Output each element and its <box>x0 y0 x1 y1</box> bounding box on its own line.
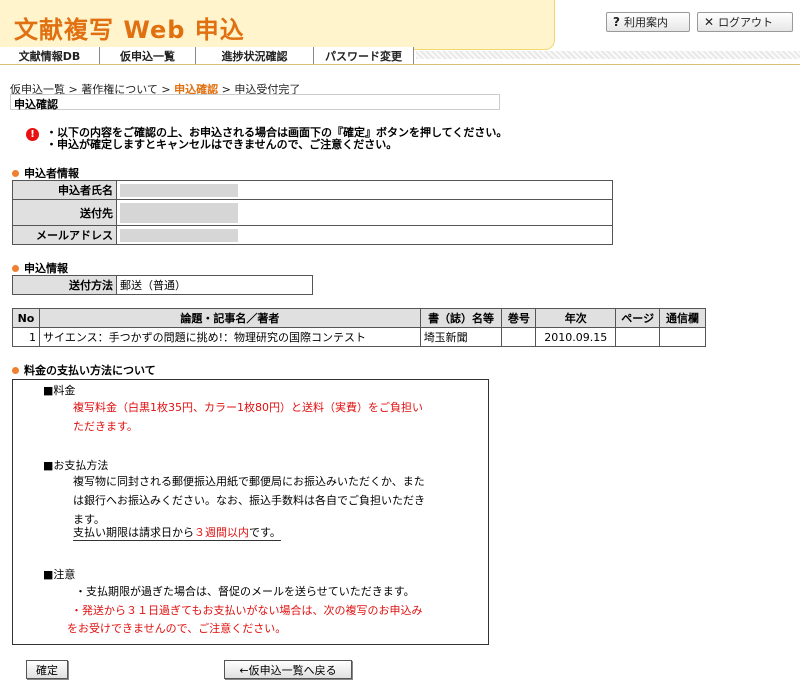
fee-line: ただきます。 <box>73 420 138 433</box>
email-label: メールアドレス <box>12 225 117 245</box>
page-title: 申込確認 <box>10 94 500 111</box>
name-value <box>116 180 613 200</box>
bullet-icon <box>12 264 19 272</box>
app-logo: 文献複写 Web 申込 <box>14 16 245 44</box>
col-header: No <box>12 308 40 328</box>
caution-title: ■注意 <box>43 568 76 581</box>
payment-heading: 料金の支払い方法について <box>12 362 156 378</box>
method-value: 郵送（普通） <box>116 275 313 295</box>
notice-line: ・申込が確定しますとキャンセルはできませんので、ご注意ください。 <box>46 138 398 151</box>
table-row: 1 サイエンス：手つかずの問題に挑め!：物理研究の国際コンテスト 埼玉新聞 20… <box>12 327 706 347</box>
redacted-value <box>120 183 238 197</box>
deadline-em: ３週間以内 <box>194 526 249 539</box>
logout-button[interactable]: ✕ ログアウト <box>697 12 793 32</box>
cell-year: 2010.09.15 <box>535 327 617 347</box>
bullet-icon <box>12 169 19 177</box>
application-table: 送付方法 郵送（普通） <box>12 275 313 295</box>
deadline-text: 支払い期限は請求日から３週間以内です。 <box>73 526 281 541</box>
bullet-icon <box>12 366 19 374</box>
redacted-value <box>120 202 238 223</box>
question-icon: ? <box>613 15 620 29</box>
redacted-value <box>120 228 238 242</box>
nav-tab-password[interactable]: パスワード変更 <box>314 47 414 64</box>
main-nav: 文献情報DB 仮申込一覧 進捗状況確認 パスワード変更 <box>0 47 800 65</box>
col-header: 論題・記事名／著者 <box>38 308 421 328</box>
applicant-table: 申込者氏名 送付先 メールアドレス <box>12 180 613 245</box>
col-header: 巻号 <box>501 308 537 328</box>
cell-volume <box>501 327 537 347</box>
notice-text: ・以下の内容をご確認の上、お申込される場合は画面下の『確定』ボタンを押してくださ… <box>46 127 507 151</box>
items-table: No 論題・記事名／著者 書（誌）名等 巻号 年次 ページ 通信欄 1 サイエン… <box>12 308 706 347</box>
confirm-button[interactable]: 確定 <box>26 660 68 679</box>
cell-title: サイエンス：手つかずの問題に挑め!：物理研究の国際コンテスト <box>38 327 421 347</box>
logout-label: ログアウト <box>718 16 774 29</box>
name-label: 申込者氏名 <box>12 180 117 200</box>
deadline-pre: 支払い期限は請求日から <box>73 526 194 539</box>
cell-journal: 埼玉新聞 <box>419 327 503 347</box>
cell-page <box>615 327 661 347</box>
address-value <box>116 199 613 226</box>
close-icon: ✕ <box>704 15 715 29</box>
payment-heading-label: 料金の支払い方法について <box>24 364 156 377</box>
applicant-heading-label: 申込者情報 <box>24 167 79 180</box>
col-header: 年次 <box>535 308 617 328</box>
col-header: 書（誌）名等 <box>419 308 503 328</box>
nav-tab-progress[interactable]: 進捗状況確認 <box>196 47 314 64</box>
method-title: ■お支払方法 <box>43 459 109 472</box>
caution-line: ・支払期限が過ぎた場合は、督促のメールを送らせていただきます。 <box>75 585 415 598</box>
application-heading: 申込情報 <box>12 260 68 276</box>
application-heading-label: 申込情報 <box>24 262 68 275</box>
method-line: 複写物に同封される郵便振込用紙で郵便局にお振込みいただくか、また <box>73 475 425 488</box>
header-banner: 文献複写 Web 申込 <box>0 0 555 50</box>
method-text: 複写物に同封される郵便振込用紙で郵便局にお振込みいただくか、また は銀行へお振込… <box>73 472 425 529</box>
caution-warning: ・発送から３１日過ぎてもお支払いがない場合は、次の複写のお申込み をお受けできま… <box>67 602 423 638</box>
applicant-heading: 申込者情報 <box>12 165 79 181</box>
cell-note <box>659 327 706 347</box>
warning-icon: ! <box>26 128 39 141</box>
col-header: 通信欄 <box>659 308 706 328</box>
method-line: は銀行へお振込みください。なお、振込手数料は各自でご負担いただき <box>73 494 425 507</box>
email-value <box>116 225 613 245</box>
caution-warning-line: ・発送から３１日過ぎてもお支払いがない場合は、次の複写のお申込み <box>71 604 423 617</box>
back-to-list-button[interactable]: ←仮申込一覧へ戻る <box>224 660 352 679</box>
cell-no: 1 <box>12 327 40 347</box>
fee-text: 複写料金（白黒1枚35円、カラー1枚80円）と送料（実費）をご負担い ただきます… <box>73 398 423 436</box>
nav-tab-database[interactable]: 文献情報DB <box>0 47 100 64</box>
address-label: 送付先 <box>12 199 117 226</box>
method-label: 送付方法 <box>12 275 117 295</box>
help-button[interactable]: ? 利用案内 <box>606 12 690 32</box>
fee-line: 複写料金（白黒1枚35円、カラー1枚80円）と送料（実費）をご負担い <box>73 401 423 414</box>
fee-title: ■料金 <box>43 384 76 397</box>
payment-info-box: ■料金 複写料金（白黒1枚35円、カラー1枚80円）と送料（実費）をご負担い た… <box>12 379 489 645</box>
deadline-post: です。 <box>249 526 281 539</box>
nav-tab-tentative-list[interactable]: 仮申込一覧 <box>100 47 196 64</box>
help-label: 利用案内 <box>623 16 668 29</box>
caution-warning-line: をお受けできませんので、ご注意ください。 <box>67 622 287 635</box>
col-header: ページ <box>615 308 661 328</box>
